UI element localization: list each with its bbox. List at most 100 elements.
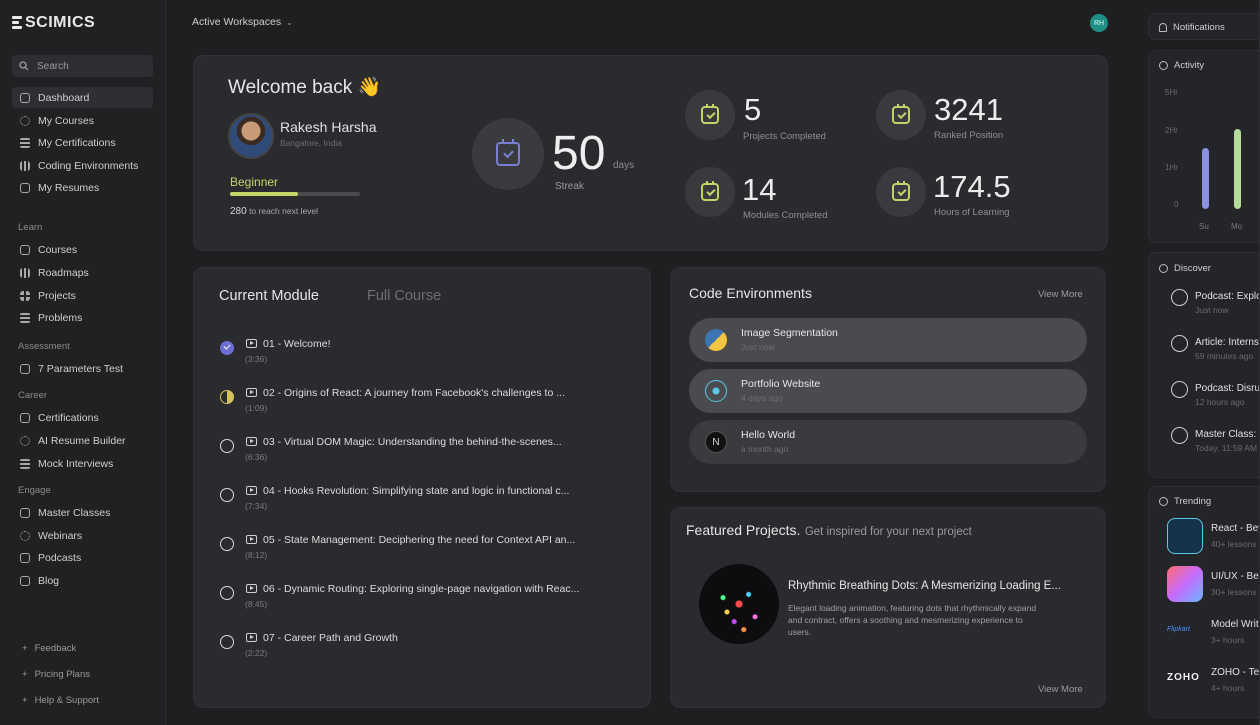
code-env-view-more[interactable]: View More (1038, 289, 1083, 300)
nav-label: Podcasts (38, 551, 82, 564)
nav-projects[interactable]: Projects (12, 285, 153, 306)
bell-icon (1159, 23, 1167, 32)
help-support-link[interactable]: + Help & Support (22, 695, 99, 706)
module-title: 05 - State Management: Deciphering the n… (263, 534, 576, 546)
nav-roadmaps[interactable]: Roadmaps (12, 262, 153, 283)
notifications-panel[interactable]: Notifications (1148, 13, 1260, 40)
stat-rank-value: 3241 (934, 92, 1003, 127)
nav-label: Mock Interviews (38, 457, 114, 470)
nav-mock-interviews[interactable]: Mock Interviews (12, 453, 153, 474)
discover-item-time: 59 minutes ago (1195, 351, 1254, 361)
discover-item-title[interactable]: Podcast: Disru (1195, 383, 1260, 394)
project-title[interactable]: Rhythmic Breathing Dots: A Mesmerizing L… (788, 580, 1061, 592)
y-tick-label: 2Hr (1165, 126, 1178, 135)
nav-my-resumes[interactable]: My Resumes (12, 177, 153, 198)
stat-badge (876, 167, 926, 217)
section-learn: Learn (18, 222, 43, 233)
trending-item-title[interactable]: ZOHO - Tec (1211, 667, 1260, 678)
search-label: Search (37, 60, 69, 72)
env-name: Portfolio Website (741, 378, 821, 390)
nav-podcasts[interactable]: Podcasts (12, 547, 153, 568)
user-avatar-button[interactable]: RH (1090, 14, 1108, 32)
discover-item-title[interactable]: Master Class: (1195, 429, 1256, 440)
certificate-icon (20, 412, 30, 423)
module-title: 04 - Hooks Revolution: Simplifying state… (263, 485, 570, 497)
pricing-plans-link[interactable]: + Pricing Plans (22, 669, 90, 680)
in-progress-icon (220, 390, 234, 404)
streak-badge (472, 118, 544, 190)
brand-logo[interactable]: SCIMICS (12, 14, 95, 32)
nav-label: Blog (38, 574, 60, 587)
nav-label: Problems (38, 311, 83, 324)
search-icon (19, 61, 29, 71)
footer-label: Pricing Plans (34, 669, 91, 680)
module-duration: (1:09) (245, 403, 268, 413)
discover-item-title[interactable]: Article: Interns (1195, 337, 1259, 348)
trending-panel: Trending React - Bey 40+ lessons UI/UX -… (1148, 486, 1260, 718)
nav-courses[interactable]: Courses (12, 239, 153, 260)
webinar-icon (20, 530, 30, 541)
next-level-points: 280 (230, 206, 247, 217)
nav-my-certifications[interactable]: My Certifications (12, 132, 153, 153)
nav-coding-environments[interactable]: Coding Environments (12, 155, 153, 176)
video-icon (246, 437, 257, 446)
trending-item-title[interactable]: React - Bey (1211, 523, 1260, 534)
nav-7-parameters-test[interactable]: 7 Parameters Test (12, 358, 153, 379)
nav-problems[interactable]: Problems (12, 307, 153, 328)
y-tick-label: 1Hr (1165, 163, 1178, 172)
calendar-check-icon (701, 181, 719, 201)
plus-icon: + (22, 643, 28, 654)
react-icon (705, 380, 727, 402)
project-thumbnail[interactable] (699, 564, 779, 644)
env-item[interactable]: Portfolio Website 4 days ago (689, 369, 1087, 413)
user-name: Rakesh Harsha (280, 119, 377, 135)
stat-rank-label: Ranked Position (934, 130, 1004, 141)
trending-item-title[interactable]: UI/UX - Bey (1211, 571, 1260, 582)
module-title: 06 - Dynamic Routing: Exploring single-p… (263, 583, 580, 595)
featured-view-more[interactable]: View More (1038, 684, 1083, 695)
discover-item-time: Just now (1195, 305, 1229, 315)
tab-current-module[interactable]: Current Module (219, 288, 319, 304)
stat-modules-value: 14 (742, 172, 777, 207)
nav-webinars[interactable]: Webinars (12, 525, 153, 546)
discover-panel: Discover Podcast: Explo Just now Article… (1148, 252, 1260, 478)
flipkart-icon: Flipkart (1167, 626, 1190, 633)
video-icon (246, 535, 257, 544)
y-tick-label: 5Hr (1165, 88, 1178, 97)
user-location: Bangalore, India (280, 138, 342, 148)
workspace-dropdown[interactable]: Active Workspaces ⌄ (192, 16, 293, 28)
env-name: Image Segmentation (741, 327, 838, 339)
activity-bar-su (1202, 148, 1209, 209)
activity-icon (1159, 61, 1168, 70)
nav-my-courses[interactable]: My Courses (12, 110, 153, 131)
calendar-check-icon (892, 104, 910, 124)
activity-header: Activity (1159, 60, 1204, 71)
activity-bar-mo (1234, 129, 1241, 209)
incomplete-circle-icon (220, 488, 234, 502)
tab-full-course[interactable]: Full Course (367, 288, 441, 304)
env-item[interactable]: N Hello World a month ago (689, 420, 1087, 464)
y-tick-label: 0 (1174, 200, 1179, 209)
env-time: 4 days ago (741, 393, 783, 403)
nav-master-classes[interactable]: Master Classes (12, 502, 153, 523)
article-icon (1171, 335, 1188, 352)
notifications-label: Notifications (1173, 22, 1225, 33)
current-module-panel: Current Module Full Course 01 - Welcome!… (193, 267, 651, 708)
nav-certifications[interactable]: Certifications (12, 407, 153, 428)
trending-item-title[interactable]: Model Writ (1211, 619, 1259, 630)
calendar-check-icon (892, 181, 910, 201)
discover-item-title[interactable]: Podcast: Explo (1195, 291, 1260, 302)
nav-ai-resume-builder[interactable]: AI Resume Builder (12, 430, 153, 451)
discover-item-time: Today, 11:59 AM (1195, 443, 1258, 453)
code-environments-panel: Code Environments View More Image Segmen… (670, 267, 1106, 492)
podcast-icon (1171, 381, 1188, 398)
featured-header: Featured Projects. Get inspired for your… (686, 522, 972, 540)
trending-item-sub: 40+ lessons (1211, 539, 1257, 549)
nav-blog[interactable]: Blog (12, 570, 153, 591)
feedback-link[interactable]: + Feedback (22, 643, 76, 654)
nav-dashboard[interactable]: Dashboard (12, 87, 153, 108)
search-input[interactable]: Search (12, 55, 153, 77)
level-progress-bar (230, 192, 360, 196)
featured-subtitle: Get inspired for your next project (804, 526, 972, 538)
env-item[interactable]: Image Segmentation Just now (689, 318, 1087, 362)
